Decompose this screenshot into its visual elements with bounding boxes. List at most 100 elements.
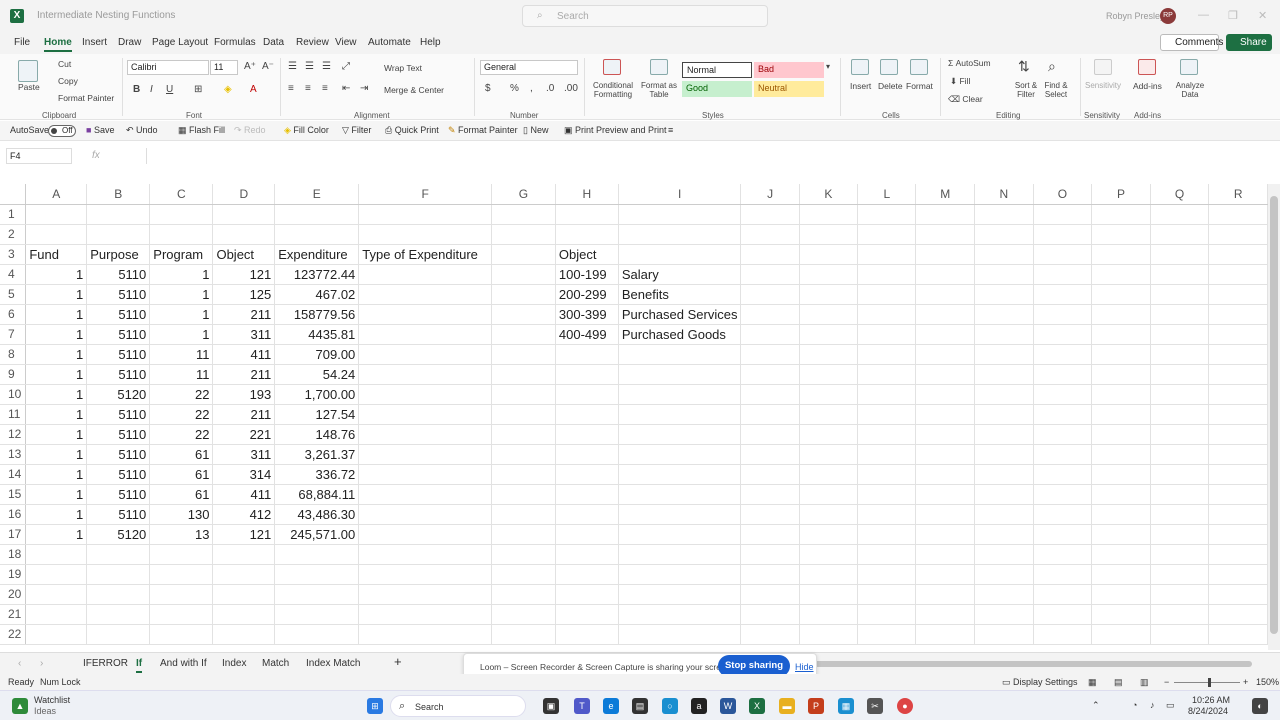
cell-B18[interactable]: [86, 544, 151, 565]
cell-G10[interactable]: [491, 384, 556, 405]
store-icon[interactable]: ▤: [632, 698, 648, 714]
cell-I6[interactable]: Purchased Services: [618, 304, 742, 325]
cell-A17[interactable]: 1: [25, 524, 88, 545]
cell-H9[interactable]: [555, 364, 619, 385]
column-header[interactable]: P: [1091, 184, 1151, 205]
cell-Q6[interactable]: [1150, 304, 1210, 325]
cell-J3[interactable]: [740, 244, 800, 265]
row-header[interactable]: 13: [0, 444, 27, 465]
cell-C20[interactable]: [149, 584, 214, 605]
cell-R21[interactable]: [1208, 604, 1268, 625]
cell-M22[interactable]: [915, 624, 976, 645]
cell-K21[interactable]: [799, 604, 859, 625]
cell-A19[interactable]: [25, 564, 88, 585]
cell-K17[interactable]: [799, 524, 859, 545]
cell-C10[interactable]: 22: [149, 384, 214, 405]
cell-H7[interactable]: 400-499: [555, 324, 619, 345]
cell-F14[interactable]: [358, 464, 492, 485]
cell-N6[interactable]: [974, 304, 1034, 325]
cell-A18[interactable]: [25, 544, 88, 565]
cell-P11[interactable]: [1091, 404, 1151, 425]
cell-J21[interactable]: [740, 604, 800, 625]
cell-A12[interactable]: 1: [25, 424, 88, 445]
bold-icon[interactable]: B: [133, 84, 140, 95]
cell-A4[interactable]: 1: [25, 264, 88, 285]
cell-C21[interactable]: [149, 604, 214, 625]
cell-F8[interactable]: [358, 344, 492, 365]
cell-P2[interactable]: [1091, 224, 1151, 245]
cell-O2[interactable]: [1033, 224, 1093, 245]
cell-H21[interactable]: [555, 604, 619, 625]
cell-B8[interactable]: 5110: [86, 344, 151, 365]
start-icon[interactable]: ⊞: [367, 698, 383, 714]
print-preview-button[interactable]: ▣ Print Preview and Print: [564, 125, 667, 136]
cell-M6[interactable]: [915, 304, 976, 325]
cell-N9[interactable]: [974, 364, 1034, 385]
cell-M5[interactable]: [915, 284, 976, 305]
cell-H8[interactable]: [555, 344, 619, 365]
close-icon[interactable]: ✕: [1258, 9, 1267, 22]
sheet-tab-iferror[interactable]: IFERROR: [83, 658, 128, 669]
cell-R14[interactable]: [1208, 464, 1268, 485]
cell-N22[interactable]: [974, 624, 1034, 645]
cell-K7[interactable]: [799, 324, 859, 345]
cell-A7[interactable]: 1: [25, 324, 88, 345]
cell-L18[interactable]: [857, 544, 917, 565]
cell-J5[interactable]: [740, 284, 800, 305]
cell-M1[interactable]: [915, 204, 976, 225]
cell-P9[interactable]: [1091, 364, 1151, 385]
row-header[interactable]: 4: [0, 264, 27, 285]
cell-J15[interactable]: [740, 484, 800, 505]
cell-D7[interactable]: 311: [212, 324, 276, 345]
cell-B12[interactable]: 5110: [86, 424, 151, 445]
cell-H14[interactable]: [555, 464, 619, 485]
decrease-decimal-icon[interactable]: .00: [564, 83, 578, 94]
comma-icon[interactable]: ,: [530, 83, 533, 94]
cell-L5[interactable]: [857, 284, 917, 305]
cell-L10[interactable]: [857, 384, 917, 405]
cell-Q14[interactable]: [1150, 464, 1210, 485]
cell-Q1[interactable]: [1150, 204, 1210, 225]
cell-D15[interactable]: 411: [212, 484, 276, 505]
cell-M16[interactable]: [915, 504, 976, 525]
cell-E12[interactable]: 148.76: [274, 424, 360, 445]
cell-B11[interactable]: 5110: [86, 404, 151, 425]
cell-A6[interactable]: 1: [25, 304, 88, 325]
cell-I11[interactable]: [618, 404, 742, 425]
cell-I22[interactable]: [618, 624, 742, 645]
hide-link[interactable]: Hide: [795, 662, 814, 672]
decrease-indent-icon[interactable]: ⇤: [342, 83, 350, 94]
row-header[interactable]: 20: [0, 584, 27, 605]
cell-B9[interactable]: 5110: [86, 364, 151, 385]
cell-I12[interactable]: [618, 424, 742, 445]
column-header[interactable]: B: [86, 184, 151, 205]
cell-A8[interactable]: 1: [25, 344, 88, 365]
column-header[interactable]: D: [212, 184, 276, 205]
cell-R10[interactable]: [1208, 384, 1268, 405]
fx-icon[interactable]: fx: [92, 150, 100, 161]
cell-F17[interactable]: [358, 524, 492, 545]
cell-C11[interactable]: 22: [149, 404, 214, 425]
cell-D3[interactable]: Object: [212, 244, 276, 265]
cell-P19[interactable]: [1091, 564, 1151, 585]
cell-H1[interactable]: [555, 204, 619, 225]
cell-Q12[interactable]: [1150, 424, 1210, 445]
cell-R18[interactable]: [1208, 544, 1268, 565]
cell-J4[interactable]: [740, 264, 800, 285]
cell-F3[interactable]: Type of Expenditure: [358, 244, 492, 265]
avatar[interactable]: RP: [1160, 8, 1176, 24]
cell-G2[interactable]: [491, 224, 556, 245]
cell-B10[interactable]: 5120: [86, 384, 151, 405]
tab-data[interactable]: Data: [263, 37, 284, 48]
underline-icon[interactable]: U: [166, 84, 173, 95]
cell-D21[interactable]: [212, 604, 276, 625]
cell-J12[interactable]: [740, 424, 800, 445]
cell-M14[interactable]: [915, 464, 976, 485]
cell-I4[interactable]: Salary: [618, 264, 742, 285]
column-header[interactable]: R: [1208, 184, 1268, 205]
cell-J7[interactable]: [740, 324, 800, 345]
align-bottom-icon[interactable]: ☰: [322, 61, 331, 72]
cell-P3[interactable]: [1091, 244, 1151, 265]
cell-N12[interactable]: [974, 424, 1034, 445]
sheet-tab-index-match[interactable]: Index Match: [306, 658, 360, 669]
